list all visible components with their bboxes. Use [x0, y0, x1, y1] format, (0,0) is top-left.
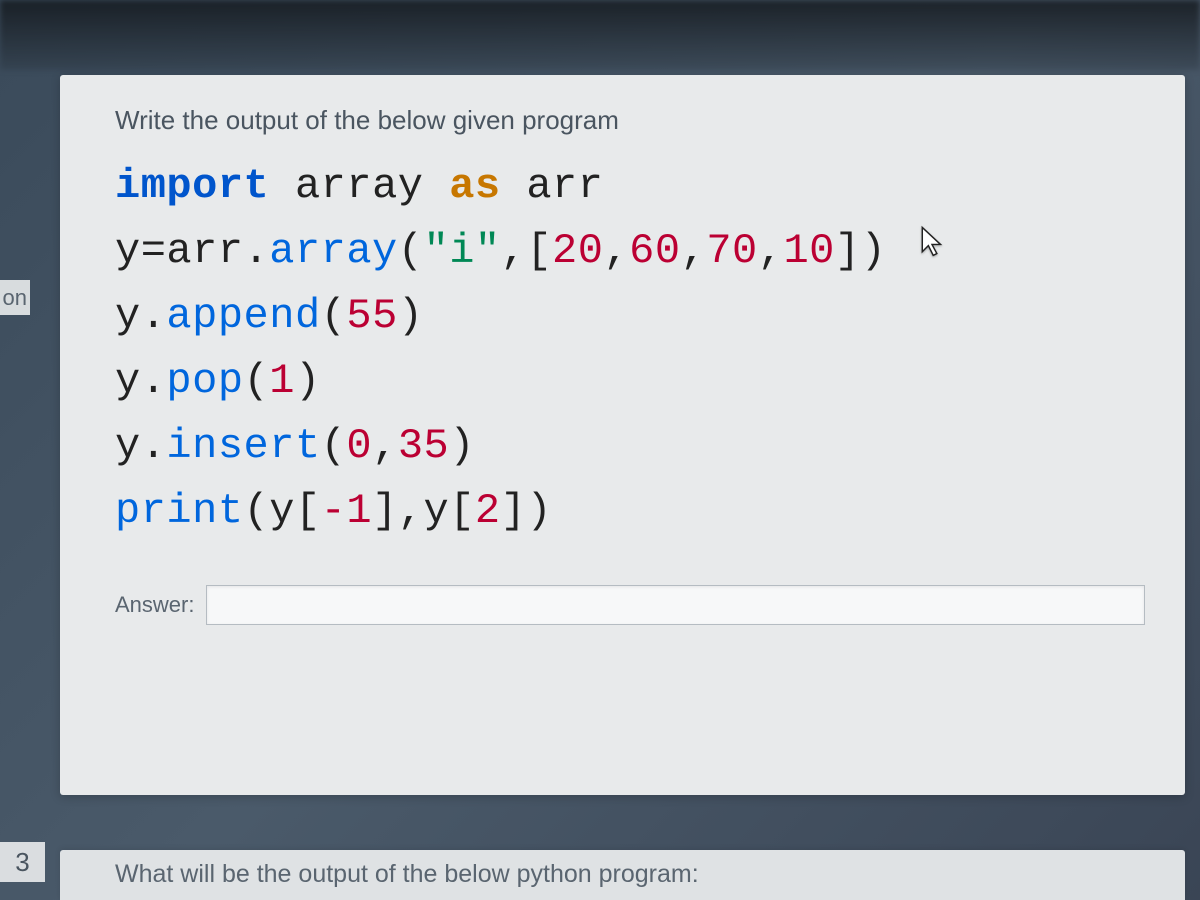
answer-input[interactable] [206, 585, 1145, 625]
keyword-as: as [449, 162, 500, 210]
answer-row: Answer: [115, 585, 1145, 625]
code-line-1: import array as arr [115, 154, 1145, 219]
code-block: import array as arr y=arr.array("i",[20,… [115, 154, 1145, 545]
code-line-6: print(y[-1],y[2]) [115, 479, 1145, 544]
left-edge-fragment-on: on [0, 280, 30, 315]
keyword-import: import [115, 162, 269, 210]
code-line-2: y=arr.array("i",[20,60,70,10]) [115, 219, 1145, 284]
top-vignette [0, 0, 1200, 70]
code-line-3: y.append(55) [115, 284, 1145, 349]
module-array: array [295, 162, 424, 210]
next-question-panel: What will be the output of the below pyt… [60, 850, 1185, 900]
code-line-4: y.pop(1) [115, 349, 1145, 414]
question-panel: Write the output of the below given prog… [60, 75, 1185, 795]
next-question-text: What will be the output of the below pyt… [115, 860, 1145, 889]
alias-arr: arr [526, 162, 603, 210]
question-prompt: Write the output of the below given prog… [115, 105, 1145, 136]
answer-label: Answer: [115, 592, 194, 618]
left-edge-fragment-3: 3 [0, 842, 45, 882]
code-line-5: y.insert(0,35) [115, 414, 1145, 479]
